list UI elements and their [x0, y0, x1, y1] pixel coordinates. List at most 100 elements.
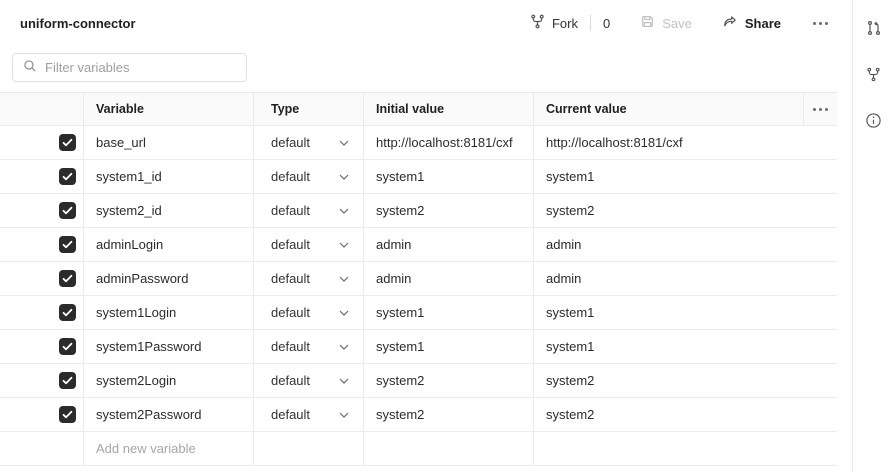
column-header-current-value: Current value: [533, 93, 803, 125]
save-label: Save: [662, 15, 692, 31]
current-value-cell[interactable]: system2: [533, 398, 837, 431]
type-select[interactable]: default: [253, 330, 363, 363]
type-value: default: [271, 305, 311, 320]
table-row: system2Login default system2 system2: [0, 364, 837, 398]
variable-name-cell[interactable]: system2Login: [83, 364, 253, 397]
save-button[interactable]: Save: [640, 14, 692, 32]
fork-icon[interactable]: [861, 61, 887, 87]
current-value-cell[interactable]: system1: [533, 330, 837, 363]
variable-name-cell[interactable]: system2_id: [83, 194, 253, 227]
variable-name-cell[interactable]: adminLogin: [83, 228, 253, 261]
current-value-cell[interactable]: admin: [533, 262, 837, 295]
chevron-down-icon: [339, 378, 349, 384]
more-options-icon[interactable]: [811, 18, 830, 29]
table-row: adminPassword default admin admin: [0, 262, 837, 296]
filter-variables-box: [12, 53, 247, 82]
row-checkbox[interactable]: [59, 304, 76, 321]
type-select[interactable]: default: [253, 364, 363, 397]
initial-value-cell[interactable]: system2: [363, 398, 533, 431]
share-label: Share: [744, 15, 781, 31]
type-select[interactable]: default: [253, 398, 363, 431]
page-title: uniform-connector: [20, 15, 136, 31]
row-checkbox[interactable]: [59, 134, 76, 151]
checkmark-icon: [62, 172, 73, 181]
row-checkbox[interactable]: [59, 168, 76, 185]
current-value-cell[interactable]: system1: [533, 296, 837, 329]
type-select[interactable]: default: [253, 126, 363, 159]
current-value-cell[interactable]: system1: [533, 160, 837, 193]
column-header-type: Type: [253, 93, 363, 125]
chevron-down-icon: [339, 174, 349, 180]
row-checkbox[interactable]: [59, 270, 76, 287]
variable-name-cell[interactable]: system1_id: [83, 160, 253, 193]
initial-value-cell[interactable]: admin: [363, 228, 533, 261]
row-checkbox[interactable]: [59, 372, 76, 389]
type-select[interactable]: default: [253, 160, 363, 193]
current-value-cell[interactable]: admin: [533, 228, 837, 261]
initial-value-cell[interactable]: system1: [363, 160, 533, 193]
fork-button[interactable]: Fork: [530, 14, 578, 32]
variable-name-cell[interactable]: base_url: [83, 126, 253, 159]
row-checkbox[interactable]: [59, 236, 76, 253]
filter-bar: [0, 46, 852, 82]
row-checkbox[interactable]: [59, 338, 76, 355]
type-value: default: [271, 203, 311, 218]
column-options-icon[interactable]: [803, 93, 837, 125]
fork-label: Fork: [551, 15, 578, 31]
type-value: default: [271, 135, 311, 150]
table-row: system2_id default system2 system2: [0, 194, 837, 228]
initial-value-cell[interactable]: system2: [363, 194, 533, 227]
share-button[interactable]: Share: [722, 14, 781, 32]
initial-value-cell[interactable]: admin: [363, 262, 533, 295]
checkmark-icon: [62, 308, 73, 317]
row-checkbox[interactable]: [59, 202, 76, 219]
variable-name-cell[interactable]: system2Password: [83, 398, 253, 431]
table-row: system1Password default system1 system1: [0, 330, 837, 364]
row-checkbox[interactable]: [59, 406, 76, 423]
table-row: base_url default http://localhost:8181/c…: [0, 126, 837, 160]
chevron-down-icon: [339, 344, 349, 350]
fork-count[interactable]: 0: [603, 16, 610, 31]
table-row: system2Password default system2 system2: [0, 398, 837, 432]
initial-value-cell[interactable]: system1: [363, 296, 533, 329]
right-sidebar: [852, 0, 894, 472]
search-icon: [23, 59, 37, 76]
checkmark-icon: [62, 410, 73, 419]
checkmark-icon: [62, 138, 73, 147]
type-value: default: [271, 407, 311, 422]
main-panel: uniform-connector Fork 0 Save Share Filt…: [0, 0, 852, 472]
current-value-cell[interactable]: system2: [533, 194, 837, 227]
variable-name-cell[interactable]: system1Password: [83, 330, 253, 363]
type-value: default: [271, 237, 311, 252]
save-icon: [640, 14, 655, 32]
filter-variables-input[interactable]: [45, 60, 238, 75]
type-select[interactable]: default: [253, 194, 363, 227]
share-icon: [722, 14, 738, 32]
type-select[interactable]: default: [253, 262, 363, 295]
variable-name-cell[interactable]: adminPassword: [83, 262, 253, 295]
info-icon[interactable]: [861, 107, 887, 133]
toolbar-divider: [589, 15, 591, 31]
type-value: default: [271, 339, 311, 354]
chevron-down-icon: [339, 208, 349, 214]
add-variable-placeholder[interactable]: Add new variable: [83, 432, 253, 465]
checkmark-icon: [62, 342, 73, 351]
chevron-down-icon: [339, 412, 349, 418]
current-value-cell[interactable]: http://localhost:8181/cxf: [533, 126, 837, 159]
initial-value-cell[interactable]: system1: [363, 330, 533, 363]
current-value-cell[interactable]: system2: [533, 364, 837, 397]
initial-value-cell[interactable]: system2: [363, 364, 533, 397]
type-value: default: [271, 373, 311, 388]
type-value: default: [271, 271, 311, 286]
type-select[interactable]: default: [253, 296, 363, 329]
table-body: base_url default http://localhost:8181/c…: [0, 126, 837, 432]
variable-name-cell[interactable]: system1Login: [83, 296, 253, 329]
environment-editor: uniform-connector Fork 0 Save Share Filt…: [0, 0, 894, 472]
table-row: adminLogin default admin admin: [0, 228, 837, 262]
type-select[interactable]: default: [253, 228, 363, 261]
add-variable-row[interactable]: Add new variable: [0, 432, 837, 466]
pull-request-icon[interactable]: [861, 15, 887, 41]
topbar: uniform-connector Fork 0 Save Share: [0, 0, 852, 46]
chevron-down-icon: [339, 276, 349, 282]
initial-value-cell[interactable]: http://localhost:8181/cxf: [363, 126, 533, 159]
